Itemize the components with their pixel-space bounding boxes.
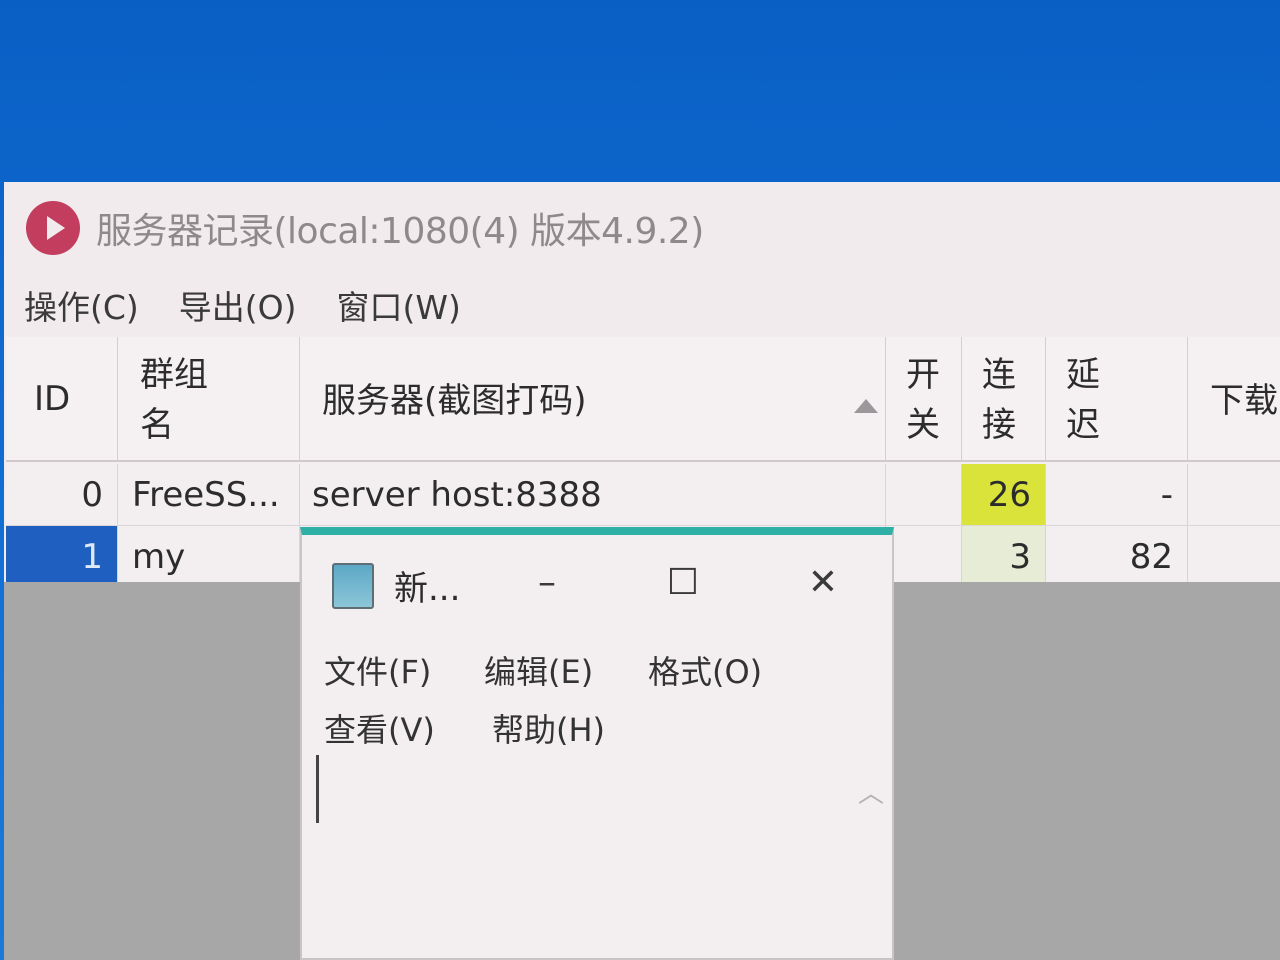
text-caret [316,755,319,823]
col-header-latency[interactable]: 延 迟 [1046,337,1188,462]
menu-edit[interactable]: 编辑(E) [484,647,593,693]
menu-file[interactable]: 文件(F) [324,647,431,693]
row0-download[interactable] [1188,464,1280,526]
col-header-group[interactable]: 群组 名 [118,337,300,462]
header-conn-line2: 接 [982,405,1016,445]
scroll-up-icon[interactable]: ︿ [858,773,884,810]
header-server-label: 服务器(截图打码) [322,381,587,421]
header-switch-line2: 关 [906,405,940,445]
menu-operation[interactable]: 操作(C) [24,281,139,329]
menu-format[interactable]: 格式(O) [648,647,762,693]
shadowsocks-icon [26,201,80,255]
menu-view[interactable]: 查看(V) [324,705,435,751]
row1-switch[interactable] [886,526,962,588]
col-header-download[interactable]: 下载 [1188,337,1280,462]
notepad-window[interactable]: 新... – ☐ ✕ 文件(F) 编辑(E) 格式(O) 查看(V) 帮助(H)… [300,527,894,960]
close-button[interactable]: ✕ [788,555,858,611]
row0-connections[interactable]: 26 [962,464,1046,526]
menu-window[interactable]: 窗口(W) [337,281,461,329]
header-latency-line2: 迟 [1066,405,1100,445]
notepad-title: 新... [394,569,461,609]
title-bar: 服务器记录(local:1080(4) 版本4.9.2) [4,182,1280,274]
col-header-connections[interactable]: 连 接 [962,337,1046,462]
maximize-button[interactable]: ☐ [648,555,718,611]
header-download-label: 下载 [1210,381,1278,421]
header-switch-line1: 开 [906,355,940,395]
window-title: 服务器记录(local:1080(4) 版本4.9.2) [96,211,704,252]
row0-id[interactable]: 0 [6,464,118,526]
menu-bar: 操作(C) 导出(O) 窗口(W) [4,274,1280,336]
col-header-switch[interactable]: 开 关 [886,337,962,462]
row1-id[interactable]: 1 [6,526,118,588]
row1-group[interactable]: my [118,526,300,588]
notepad-title-bar[interactable]: 新... – ☐ ✕ [302,535,892,619]
header-group-line1: 群组 [140,355,208,395]
menu-export[interactable]: 导出(O) [179,281,297,329]
notepad-icon [332,563,374,609]
minimize-button[interactable]: – [512,555,582,611]
row1-latency[interactable]: 82 [1046,526,1188,588]
sort-ascending-icon [854,399,878,413]
row0-group[interactable]: FreeSS... [118,464,300,526]
col-header-id[interactable]: ID [6,337,118,462]
row1-download[interactable] [1188,526,1280,588]
header-conn-line1: 连 [982,355,1016,395]
menu-help[interactable]: 帮助(H) [492,705,605,751]
header-latency-line1: 延 [1066,355,1100,395]
row1-connections[interactable]: 3 [962,526,1046,588]
row0-latency[interactable]: - [1046,464,1188,526]
header-id-label: ID [34,379,71,419]
row0-switch[interactable] [886,464,962,526]
col-header-server[interactable]: 服务器(截图打码) [300,337,886,462]
row0-server[interactable]: server host:8388 [300,464,886,526]
header-group-line2: 名 [140,405,174,445]
